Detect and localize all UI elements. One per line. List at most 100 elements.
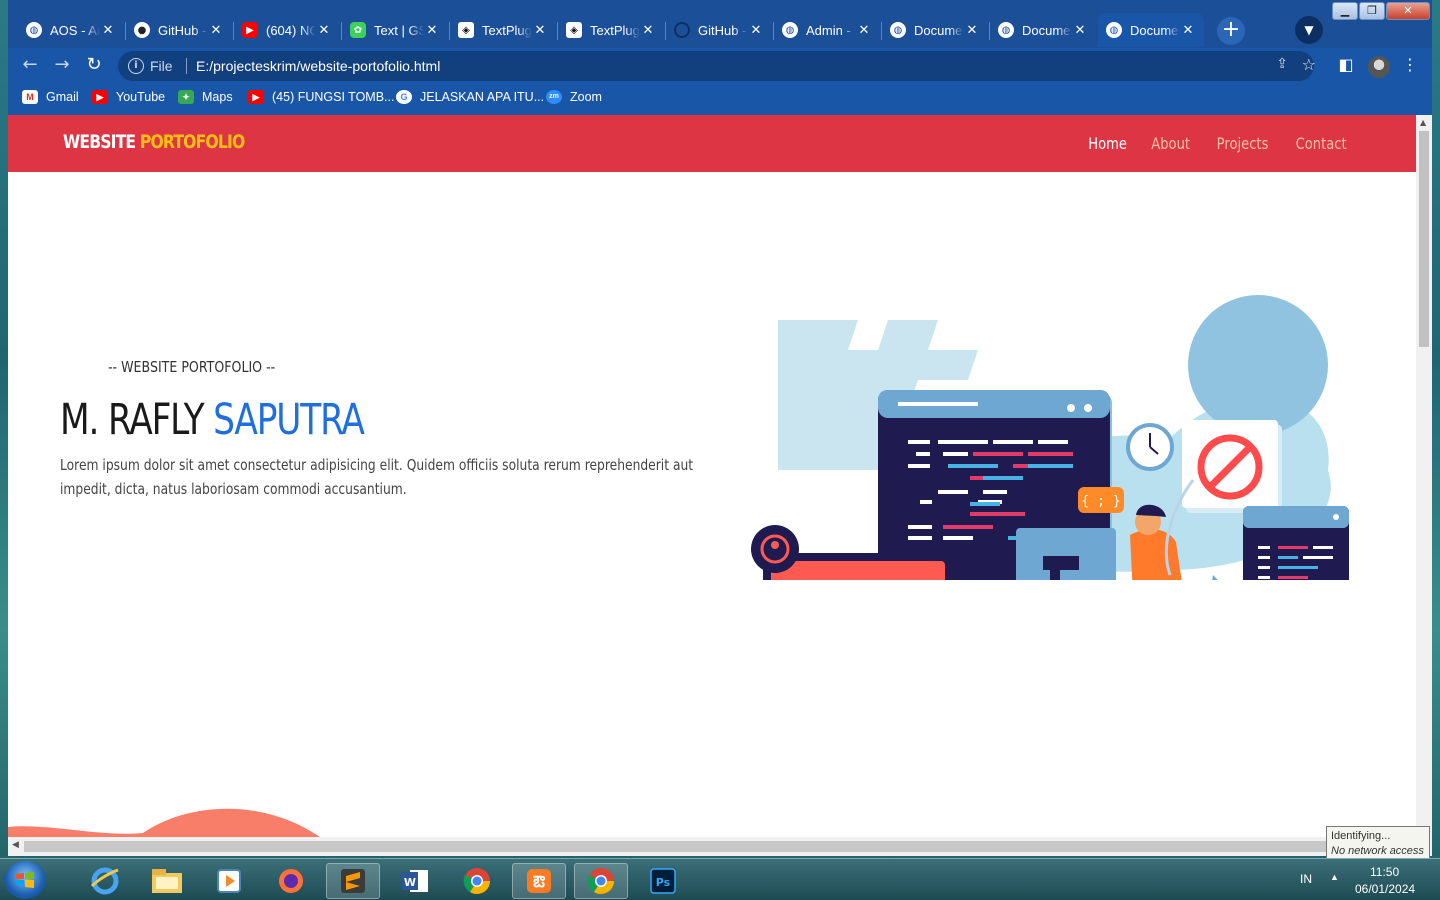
bookmark-maps[interactable]: ✦ Maps — [178, 90, 233, 104]
scroll-left-arrow-icon[interactable]: ◀ — [12, 840, 19, 850]
xampp-icon[interactable]: ఔ — [512, 863, 566, 899]
horizontal-scrollbar[interactable]: ◀ — [8, 837, 1432, 856]
tab[interactable]: ◈ TextPlugin ✕ — [450, 13, 556, 47]
tab-title: TextPlugin — [482, 22, 532, 38]
tab-title: TextPlugin — [590, 22, 640, 38]
file-explorer-icon[interactable] — [140, 863, 194, 899]
bookmark-star-icon[interactable]: ☆ — [1302, 55, 1316, 74]
info-icon[interactable]: i — [128, 58, 144, 74]
bookmarks-bar: M Gmail ▶ YouTube ✦ Maps ▶ (45) FUNGSI T… — [8, 82, 1432, 114]
nav-link-home[interactable]: Home — [1088, 134, 1127, 153]
vertical-scrollbar[interactable]: ▲ — [1416, 115, 1432, 837]
close-tab-icon[interactable]: ✕ — [424, 23, 440, 38]
side-panel-icon[interactable]: ◧ — [1334, 54, 1358, 78]
internet-explorer-icon[interactable] — [78, 863, 132, 899]
brand-first: WEBSITE — [63, 131, 136, 153]
tab[interactable]: ◍ Document ✕ — [990, 13, 1096, 47]
tab-active[interactable]: ◍ Document ✕ — [1098, 13, 1204, 47]
close-tab-icon[interactable]: ✕ — [1180, 23, 1196, 38]
brand-second: PORTOFOLIO — [139, 131, 245, 153]
tab[interactable]: ✿ Text | GSAP ✕ — [342, 13, 448, 47]
close-tab-icon[interactable]: ✕ — [1072, 23, 1088, 38]
bookmark-zoom[interactable]: zm Zoom — [546, 90, 602, 104]
site-brand[interactable]: WEBSITE PORTOFOLIO — [63, 131, 245, 153]
tooltip-subtitle: No network access — [1331, 845, 1424, 857]
address-scheme: File — [150, 58, 173, 74]
media-player-icon[interactable] — [202, 863, 256, 899]
close-tab-icon[interactable]: ✕ — [640, 23, 656, 38]
nav-link-about[interactable]: About — [1152, 134, 1191, 153]
close-window-button[interactable]: ✕ — [1386, 2, 1430, 20]
youtube-icon: ▶ — [248, 90, 264, 104]
chrome-icon[interactable] — [574, 863, 628, 899]
monitor-title-line — [898, 402, 978, 406]
globe-icon: ◍ — [998, 22, 1014, 38]
maps-icon: ✦ — [178, 90, 194, 104]
close-tab-icon[interactable]: ✕ — [532, 23, 548, 38]
close-tab-icon[interactable]: ✕ — [964, 23, 980, 38]
tab-title: GitHub - — [698, 22, 747, 38]
browser-toolbar: ← → ↻ i File E:/projecteskrim/website-po… — [8, 48, 1432, 82]
nav-link-projects[interactable]: Projects — [1216, 134, 1268, 153]
new-tab-button[interactable]: + — [1217, 17, 1245, 45]
close-tab-icon[interactable]: ✕ — [316, 23, 332, 38]
bookmark-gmail[interactable]: M Gmail — [22, 90, 79, 104]
scrollbar-thumb[interactable] — [1419, 131, 1429, 347]
tab-search-chevron-icon[interactable]: ▼ — [1295, 16, 1323, 44]
tab[interactable]: ◍ Document ✕ — [882, 13, 988, 47]
clock-time[interactable]: 11:50 — [1370, 865, 1399, 879]
word-icon[interactable]: W — [388, 863, 442, 899]
profile-avatar[interactable] — [1368, 56, 1390, 78]
clock-date[interactable]: 06/01/2024 — [1355, 882, 1415, 896]
tab[interactable]: ◈ TextPlugin ✕ — [558, 13, 664, 47]
youtube-icon: ▶ — [242, 22, 258, 38]
firefox-icon[interactable] — [264, 863, 318, 899]
tab[interactable]: ◍ AOS - Animate on scroll ✕ — [18, 13, 124, 47]
address-bar[interactable]: i File E:/projecteskrim/website-portofol… — [118, 51, 1316, 81]
maximize-button[interactable]: ❐ — [1359, 2, 1385, 20]
reload-icon[interactable]: ↻ — [82, 54, 106, 78]
gmail-icon: M — [22, 90, 38, 104]
svg-text:W: W — [404, 876, 416, 889]
bottom-wave — [8, 808, 320, 837]
close-tab-icon[interactable]: ✕ — [748, 23, 764, 38]
tab[interactable]: ◍ Admin - ✕ — [774, 13, 880, 47]
developer-illustration: { ; } — [751, 295, 1349, 580]
address-url[interactable]: E:/projecteskrim/website-portofolio.html — [196, 58, 440, 74]
start-button[interactable] — [4, 861, 46, 899]
bookmark-label: YouTube — [116, 90, 166, 104]
sublime-text-icon[interactable] — [326, 863, 380, 899]
kebab-menu-icon[interactable]: ⋮ — [1398, 54, 1422, 78]
language-indicator[interactable]: IN — [1300, 872, 1312, 886]
github-icon: ● — [134, 22, 150, 38]
tab[interactable]: ● GitHub - ✕ — [126, 13, 232, 47]
bookmark-youtube-video[interactable]: ▶ (45) FUNGSI TOMB... — [248, 90, 394, 104]
globe-icon: ◍ — [782, 22, 798, 38]
tab[interactable]: GitHub - ✕ — [666, 13, 772, 47]
tray-chevron-icon[interactable]: ▲ — [1330, 872, 1339, 882]
forward-arrow-icon[interactable]: → — [50, 54, 74, 78]
bg-circle — [1188, 295, 1328, 435]
windows-logo-icon — [16, 872, 34, 888]
tab-title: Document — [1130, 22, 1180, 38]
close-tab-icon[interactable]: ✕ — [100, 23, 116, 38]
close-tab-icon[interactable]: ✕ — [208, 23, 224, 38]
share-icon[interactable]: ⇪ — [1276, 56, 1288, 72]
chrome-icon[interactable] — [450, 863, 504, 899]
tab-title: (604) NCT — [266, 22, 316, 38]
bookmark-google[interactable]: G JELASKAN APA ITU... — [396, 90, 544, 104]
photoshop-icon[interactable]: Ps — [636, 863, 690, 899]
scrollbar-thumb[interactable] — [24, 841, 1416, 852]
back-arrow-icon[interactable]: ← — [18, 54, 42, 78]
minimize-button[interactable]: ▁ — [1332, 2, 1358, 20]
tab[interactable]: ▶ (604) NCT ✕ — [234, 13, 340, 47]
bookmark-youtube[interactable]: ▶ YouTube — [92, 90, 165, 104]
close-tab-icon[interactable]: ✕ — [856, 23, 872, 38]
tab-title: Admin - — [806, 22, 851, 38]
nav-link-contact[interactable]: Contact — [1295, 134, 1346, 153]
tab-title: Document — [914, 22, 964, 38]
hero-title: M. RAFLY SAPUTRA — [60, 395, 365, 445]
scroll-up-arrow-icon[interactable]: ▲ — [1420, 118, 1426, 127]
tooltip-title: Identifying... — [1331, 830, 1391, 842]
globe-icon: ◍ — [26, 22, 42, 38]
